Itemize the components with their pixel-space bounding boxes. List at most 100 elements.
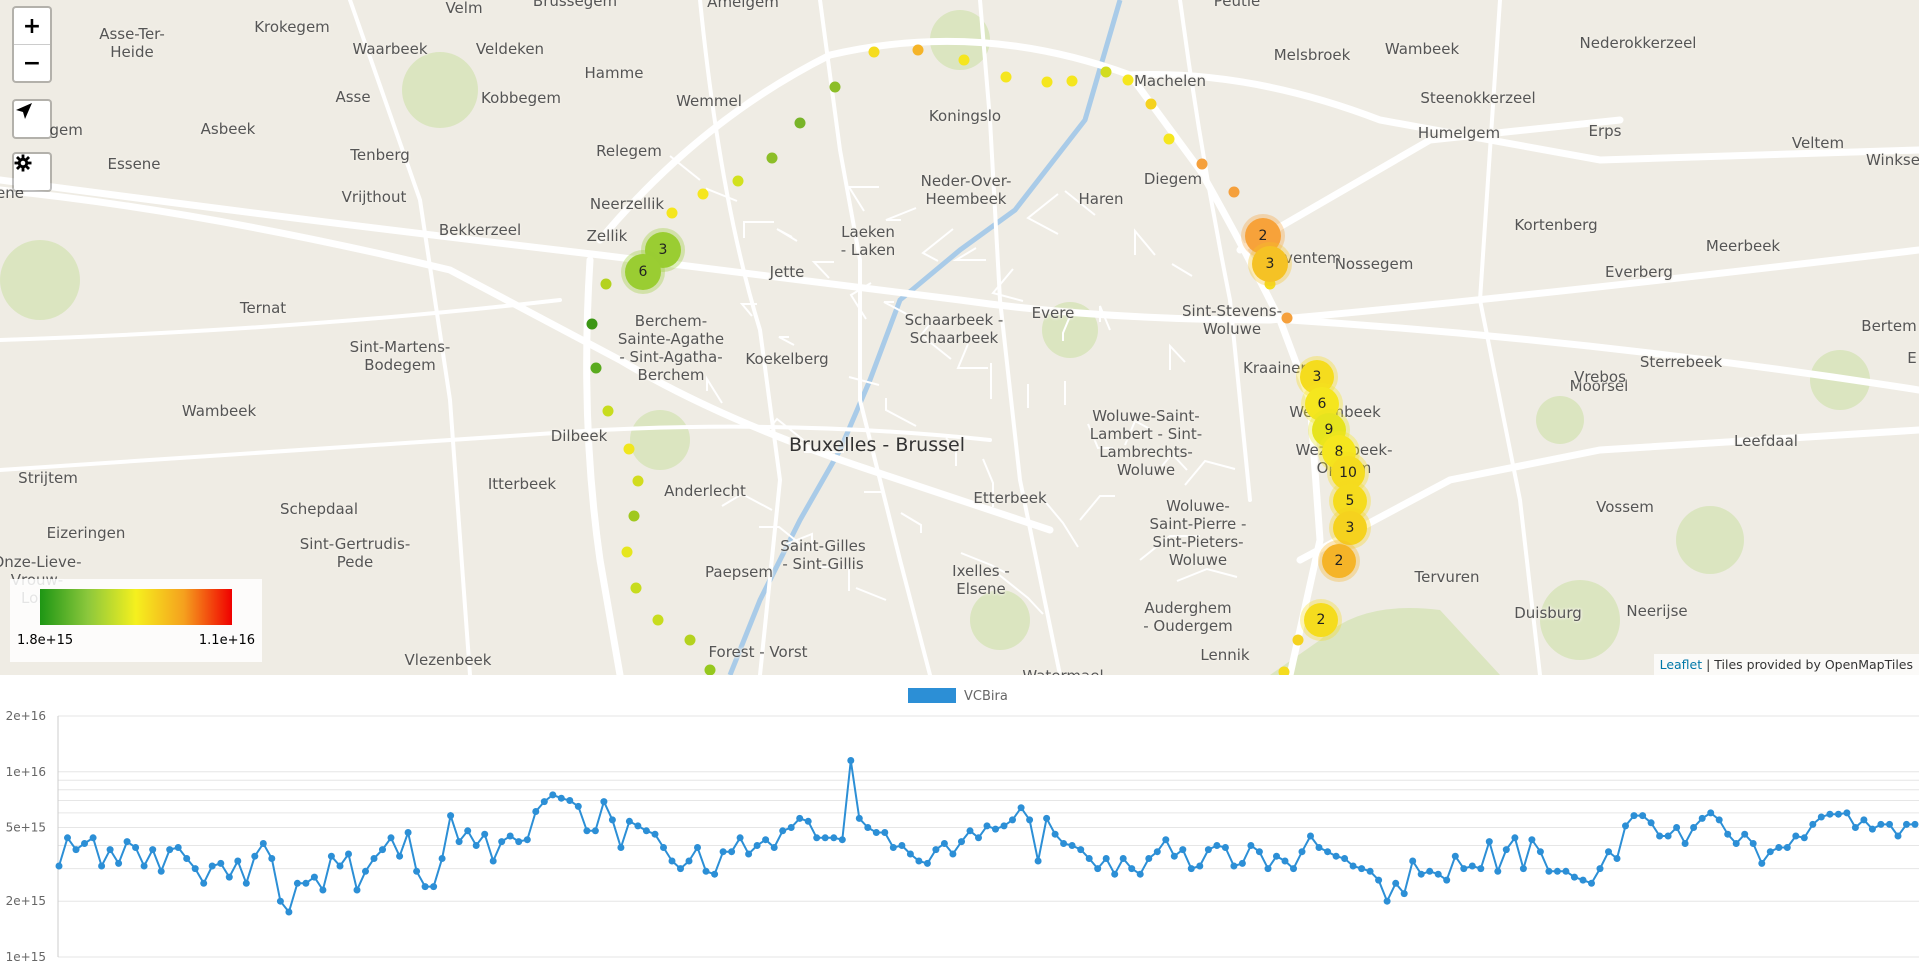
data-point[interactable] xyxy=(949,850,957,858)
measurement-dot[interactable] xyxy=(600,278,612,290)
data-point[interactable] xyxy=(455,838,463,846)
measurement-dot[interactable] xyxy=(590,362,602,374)
data-point[interactable] xyxy=(1502,846,1510,854)
data-point[interactable] xyxy=(1860,816,1868,824)
data-point[interactable] xyxy=(225,873,233,881)
data-point[interactable] xyxy=(1519,865,1527,873)
data-point[interactable] xyxy=(396,852,404,860)
data-point[interactable] xyxy=(1851,824,1859,831)
data-point[interactable] xyxy=(566,797,574,804)
measurement-dot[interactable] xyxy=(1100,66,1112,78)
data-point[interactable] xyxy=(1026,816,1034,824)
data-point[interactable] xyxy=(651,830,659,838)
data-point[interactable] xyxy=(353,886,361,894)
data-point[interactable] xyxy=(1766,848,1774,856)
data-point[interactable] xyxy=(1349,862,1357,870)
legend-swatch[interactable] xyxy=(908,688,956,703)
data-point[interactable] xyxy=(711,870,719,878)
data-point[interactable] xyxy=(1290,865,1297,873)
data-point[interactable] xyxy=(532,808,540,815)
data-point[interactable] xyxy=(1068,842,1076,849)
data-point[interactable] xyxy=(81,840,88,847)
data-point[interactable] xyxy=(1588,879,1595,887)
data-point[interactable] xyxy=(276,897,284,905)
data-point[interactable] xyxy=(685,857,693,865)
measurement-dot[interactable] xyxy=(766,152,778,164)
data-point[interactable] xyxy=(1460,865,1468,873)
data-point[interactable] xyxy=(983,822,991,830)
data-point[interactable] xyxy=(1264,865,1272,873)
data-point[interactable] xyxy=(932,846,940,854)
data-point[interactable] xyxy=(481,830,489,838)
data-point[interactable] xyxy=(1375,876,1383,884)
data-point[interactable] xyxy=(1273,852,1280,860)
measurement-dot[interactable] xyxy=(623,443,635,455)
data-point[interactable] xyxy=(430,883,438,891)
data-point[interactable] xyxy=(1204,846,1212,854)
measurement-dot[interactable] xyxy=(628,510,640,522)
data-point[interactable] xyxy=(523,836,531,844)
data-point[interactable] xyxy=(1656,832,1664,840)
map[interactable]: Asse-Ter- Heide Krokegem Velm Amelgem Peutie W… xyxy=(0,0,1919,675)
data-point[interactable] xyxy=(1894,832,1902,840)
cluster-marker[interactable]: 3 xyxy=(1333,511,1367,545)
data-point[interactable] xyxy=(1562,867,1570,875)
data-point[interactable] xyxy=(64,834,71,842)
data-point[interactable] xyxy=(906,850,914,858)
data-point[interactable] xyxy=(1136,870,1144,878)
data-point[interactable] xyxy=(1094,865,1102,873)
data-point[interactable] xyxy=(1715,816,1723,824)
data-point[interactable] xyxy=(1843,809,1851,817)
data-point[interactable] xyxy=(1826,810,1834,818)
data-point[interactable] xyxy=(166,846,174,854)
data-point[interactable] xyxy=(1903,820,1910,828)
locate-button[interactable] xyxy=(14,101,50,137)
data-point[interactable] xyxy=(1196,862,1204,870)
measurement-dot[interactable] xyxy=(1292,634,1304,646)
data-point[interactable] xyxy=(140,862,148,870)
data-point[interactable] xyxy=(149,846,157,854)
data-point[interactable] xyxy=(515,838,523,846)
data-point[interactable] xyxy=(872,829,880,836)
data-point[interactable] xyxy=(1817,813,1825,821)
legend-series-name[interactable]: VCBira xyxy=(964,689,1008,704)
data-point[interactable] xyxy=(1358,865,1366,873)
data-point[interactable] xyxy=(302,879,310,887)
data-point[interactable] xyxy=(591,827,599,835)
data-point[interactable] xyxy=(1553,867,1561,875)
data-point[interactable] xyxy=(813,834,821,842)
data-point[interactable] xyxy=(1690,824,1698,831)
data-point[interactable] xyxy=(1536,848,1544,856)
data-point[interactable] xyxy=(472,842,480,849)
measurement-dot[interactable] xyxy=(912,44,924,56)
data-point[interactable] xyxy=(642,827,650,835)
zoom-in-button[interactable]: + xyxy=(14,8,50,44)
data-point[interactable] xyxy=(268,855,276,862)
data-point[interactable] xyxy=(1886,820,1893,828)
data-point[interactable] xyxy=(1238,859,1246,867)
data-point[interactable] xyxy=(174,844,182,851)
data-point[interactable] xyxy=(123,838,131,846)
data-point[interactable] xyxy=(1494,867,1502,875)
data-point[interactable] xyxy=(1613,855,1621,862)
cluster-marker[interactable]: 2 xyxy=(1322,544,1356,578)
data-point[interactable] xyxy=(1366,867,1374,875)
data-point[interactable] xyxy=(506,832,514,840)
data-point[interactable] xyxy=(1596,865,1604,873)
data-point[interactable] xyxy=(1434,870,1442,878)
data-point[interactable] xyxy=(1749,840,1757,847)
data-point[interactable] xyxy=(1477,865,1485,873)
data-point[interactable] xyxy=(1647,819,1655,827)
data-point[interactable] xyxy=(1834,810,1842,818)
data-point[interactable] xyxy=(728,848,736,856)
data-point[interactable] xyxy=(1060,840,1068,847)
measurement-dot[interactable] xyxy=(1228,186,1240,198)
data-point[interactable] xyxy=(668,857,676,865)
measurement-dot[interactable] xyxy=(1278,666,1290,675)
data-point[interactable] xyxy=(1017,804,1025,812)
data-point[interactable] xyxy=(864,824,872,831)
data-point[interactable] xyxy=(975,834,982,842)
data-point[interactable] xyxy=(838,836,846,844)
data-point[interactable] xyxy=(1570,873,1578,881)
data-point[interactable] xyxy=(608,816,616,824)
